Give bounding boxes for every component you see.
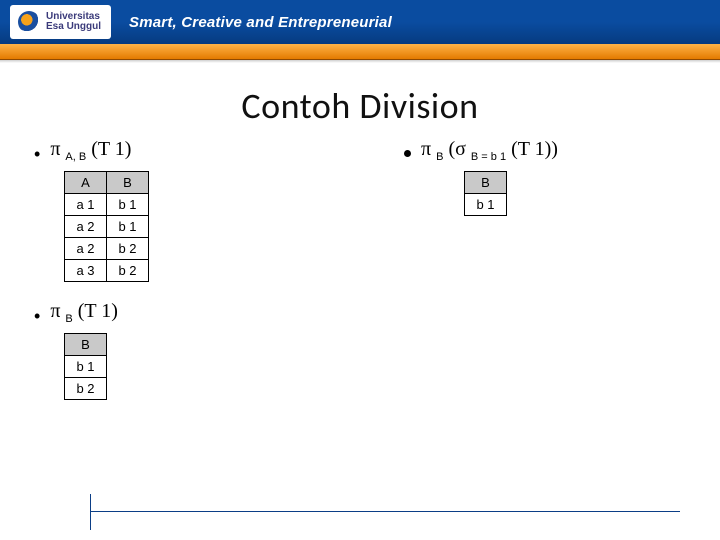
bullet-right-1: π B (σ B = b 1 (T 1)) <box>404 138 704 163</box>
bullet-dot-icon: • <box>34 307 40 325</box>
pi-symbol: π <box>421 138 431 160</box>
left-column: • π A, B (T 1) A B a 1b 1 a 2b 1 a 2b 2 … <box>34 138 334 412</box>
accent-bar <box>0 44 720 60</box>
expr-sub: B <box>65 313 72 325</box>
t1-c: a 2 <box>65 216 107 238</box>
bullet-dot-icon: • <box>34 145 40 163</box>
t2-c: b 1 <box>65 356 107 378</box>
t1-h-B: B <box>107 172 149 194</box>
logo: Universitas Esa Unggul <box>10 5 111 39</box>
bullet-left-2: • π B (T 1) <box>34 300 334 325</box>
table-t3: B b 1 <box>464 171 507 216</box>
table-t2: B b 1 b 2 <box>64 333 107 400</box>
t1-c: a 2 <box>65 238 107 260</box>
sigma-symbol: σ <box>455 138 466 160</box>
expr-arg: (T 1)) <box>511 138 558 160</box>
table-t1: A B a 1b 1 a 2b 1 a 2b 2 a 3b 2 <box>64 171 149 282</box>
t1-c: b 1 <box>107 194 149 216</box>
expr-sub: B = b 1 <box>471 151 506 163</box>
t3-c: b 1 <box>465 194 507 216</box>
t2-c: b 2 <box>65 378 107 400</box>
t1-c: a 1 <box>65 194 107 216</box>
app-header: Universitas Esa Unggul Smart, Creative a… <box>0 0 720 44</box>
expr-arg: (T 1) <box>91 138 131 160</box>
t2-h-B: B <box>65 334 107 356</box>
logo-line2: Esa Unggul <box>46 21 101 32</box>
t1-c: a 3 <box>65 260 107 282</box>
expr-pi-b-t1: π B (T 1) <box>50 300 118 325</box>
bullet-round-icon <box>404 150 411 157</box>
slide-body: Contoh Division • π A, B (T 1) A B a 1b … <box>0 60 720 540</box>
right-column: π B (σ B = b 1 (T 1)) B b 1 <box>404 138 704 228</box>
bullet-left-1: • π A, B (T 1) <box>34 138 334 163</box>
expr-arg: (T 1) <box>78 300 118 322</box>
footer-rule-horiz <box>90 511 680 512</box>
t3-h-B: B <box>465 172 507 194</box>
footer-rule-vert <box>90 494 91 530</box>
logo-text: Universitas Esa Unggul <box>46 12 101 33</box>
page-title: Contoh Division <box>30 84 690 128</box>
expr-pi-b-sigma: π B (σ B = b 1 (T 1)) <box>421 138 558 163</box>
logo-line1: Universitas <box>46 11 100 22</box>
tagline: Smart, Creative and Entrepreneurial <box>129 14 392 31</box>
expr-sub: A, B <box>65 151 86 163</box>
t1-c: b 2 <box>107 260 149 282</box>
pi-symbol: π <box>50 138 60 160</box>
logo-icon <box>18 11 40 33</box>
t1-c: b 1 <box>107 216 149 238</box>
pi-symbol: π <box>50 300 60 322</box>
expr-sub: B <box>436 151 443 163</box>
expr-pi-ab-t1: π A, B (T 1) <box>50 138 131 163</box>
t1-h-A: A <box>65 172 107 194</box>
t1-c: b 2 <box>107 238 149 260</box>
